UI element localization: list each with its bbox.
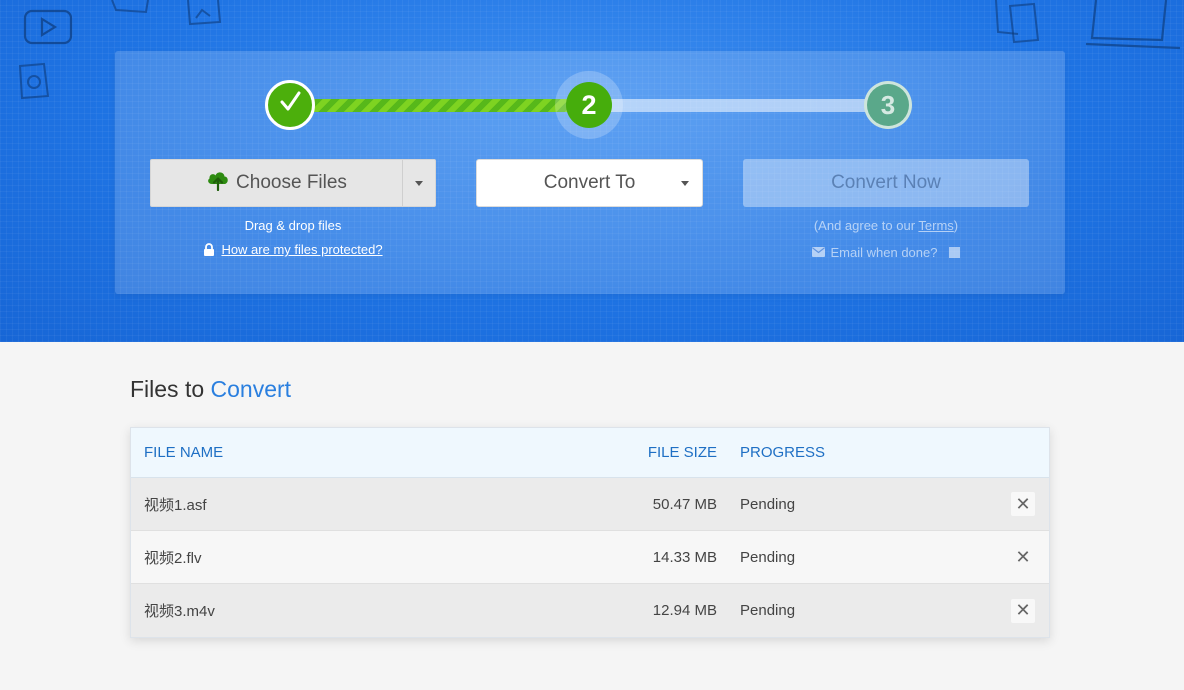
files-table-header: FILE NAME FILE SIZE PROGRESS [131,428,1049,478]
table-row: 视频2.flv 14.33 MB Pending ✕ [131,531,1049,584]
files-title-accent: Convert [210,376,292,402]
header-progress: PROGRESS [740,444,826,461]
file-name: 视频3.m4v [144,603,215,620]
email-when-done-label: Email when done? [830,245,938,260]
document-doodle-icon [110,0,150,14]
table-row: 视频3.m4v 12.94 MB Pending ✕ [131,584,1049,637]
file-progress: Pending [740,548,796,566]
table-row: 视频1.asf 50.47 MB Pending ✕ [131,478,1049,531]
choose-files-dropdown-toggle[interactable] [402,160,435,206]
email-when-done-row: Email when done? [743,245,1029,260]
terms-agreement: (And agree to our Terms) [743,218,1029,233]
file-name: 视频2.flv [144,549,202,567]
video-doodle-icon [22,8,76,48]
files-protected-row: How are my files protected? [150,242,436,259]
file-size: 14.33 MB [652,548,717,566]
header-file-name: FILE NAME [144,444,224,461]
choose-files-button[interactable]: Choose Files [151,160,402,206]
image-doodle-icon [184,0,226,30]
laptop-doodle-icon [1082,0,1184,56]
drag-drop-hint: Drag & drop files [244,218,342,233]
progress-track-completed [290,99,590,112]
terms-link[interactable]: Terms [918,218,953,233]
remove-file-button[interactable]: ✕ [1011,545,1035,569]
file-progress: Pending [740,602,796,619]
remove-file-button[interactable]: ✕ [1011,598,1035,623]
files-section-title: Files to Convert [130,376,291,403]
convert-now-button[interactable]: Convert Now [743,159,1029,207]
convert-to-label: Convert To [543,172,636,193]
choose-files-label: Choose Files [236,172,347,193]
files-title-plain: Files to [130,376,205,402]
checkmark-icon [277,89,303,122]
chevron-down-icon [681,181,689,186]
files-table: FILE NAME FILE SIZE PROGRESS 视频1.asf 50.… [130,427,1050,638]
envelope-icon [811,245,825,260]
step-2-current: 2 [566,82,612,128]
convert-to-dropdown[interactable]: Convert To [476,159,703,207]
file-size: 12.94 MB [652,602,717,619]
file-name: 视频1.asf [144,496,207,514]
lock-icon [203,243,215,259]
files-protected-link[interactable]: How are my files protected? [221,242,382,257]
remove-file-button[interactable]: ✕ [1011,492,1035,516]
agree-suffix: ) [953,218,959,233]
files-doodle-icon [990,0,1046,44]
step-1-complete [265,80,315,130]
audio-doodle-icon [14,60,54,102]
email-when-done-checkbox[interactable] [949,247,961,258]
step-3-upcoming: 3 [864,81,912,129]
header-file-size: FILE SIZE [647,444,717,461]
choose-files-button-group: Choose Files [150,159,436,207]
chevron-down-icon [415,180,423,186]
cloud-upload-icon [206,169,230,197]
file-size: 50.47 MB [652,495,717,513]
file-progress: Pending [740,495,796,513]
agree-prefix: (And agree to our [813,218,919,233]
hero-section: 2 3 Choose Files Drag & drop files How a… [0,0,1184,342]
